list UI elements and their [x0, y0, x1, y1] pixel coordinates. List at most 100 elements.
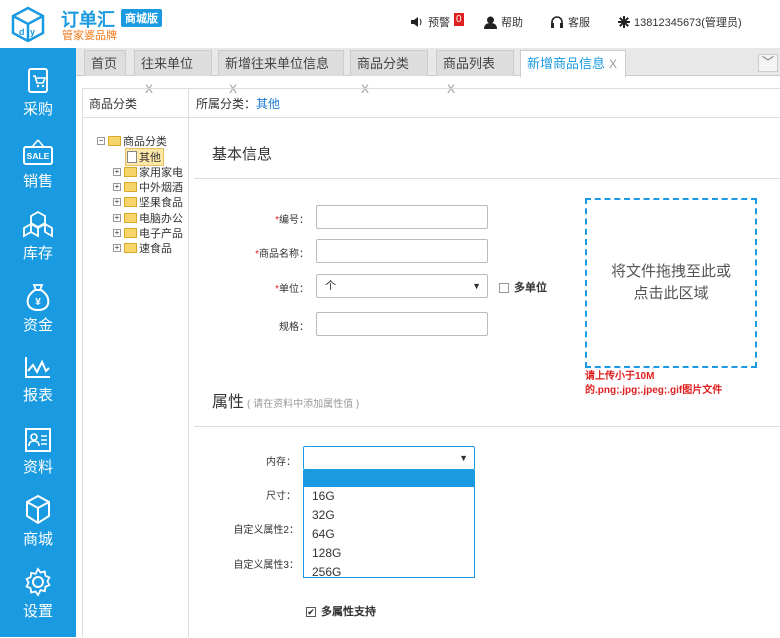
edition-badge: 商城版 [121, 9, 162, 27]
expand-icon[interactable]: + [113, 198, 121, 206]
sidebar-item-reports[interactable]: 报表 [0, 354, 76, 426]
tree-node[interactable]: + 家用家电 [113, 164, 183, 180]
multi-attr-toggle[interactable]: ✔ 多属性支持 [306, 603, 376, 619]
tree-node-label: 商品分类 [123, 136, 167, 148]
multi-attr-checkbox[interactable]: ✔ [306, 607, 316, 618]
help-button[interactable]: 帮助 [484, 14, 523, 30]
headset-icon [551, 15, 563, 28]
help-label: 帮助 [501, 17, 523, 29]
sidebar-item-label: 资料 [22, 459, 53, 476]
attributes-title: 属性( 请在资料中添加属性值 ) [212, 394, 360, 411]
upload-hint-line: 的.png;.jpg;.jpeg;.gif图片文件 [585, 385, 723, 396]
product-name-input[interactable] [316, 239, 488, 263]
divider [194, 426, 780, 427]
folder-icon [124, 228, 137, 238]
folder-icon [124, 197, 137, 207]
memory-select[interactable]: ▼ [303, 446, 475, 470]
multi-attr-label: 多属性支持 [321, 606, 376, 618]
file-icon [127, 151, 137, 163]
custom-attr-2-label: 自定义属性2： [233, 525, 299, 536]
tab-label: 往来单位 [141, 56, 194, 71]
multi-unit-label: 多单位 [514, 282, 547, 294]
sidebar-item-inventory[interactable]: 库存 [0, 210, 76, 282]
category-label: 所属分类： [196, 97, 257, 111]
expand-icon[interactable]: + [113, 183, 121, 191]
expand-icon[interactable]: + [113, 244, 121, 252]
unit-select[interactable]: 个 ▼ [316, 274, 488, 298]
tab-product-category[interactable]: 商品分类X [350, 50, 428, 96]
tree-node[interactable]: + 电脑办公 [113, 210, 183, 226]
expand-icon[interactable]: + [113, 229, 121, 237]
sidebar-item-mall[interactable]: 商城 [0, 494, 76, 566]
tab-home[interactable]: 首页 [84, 50, 126, 76]
tree-node[interactable]: + 中外烟酒 [113, 179, 183, 195]
folder-open-icon [108, 136, 121, 146]
gear-icon [25, 567, 51, 597]
tree-node[interactable]: + 速食品 [113, 240, 172, 256]
folder-icon [124, 182, 137, 192]
svg-text:y: y [30, 27, 35, 37]
sidebar-item-settings[interactable]: 设置 [0, 566, 76, 638]
image-upload-dropzone[interactable]: 将文件拖拽至此或点击此区域 [585, 198, 757, 368]
folder-icon [124, 167, 137, 177]
sidebar-item-sales[interactable]: SALE 销售 [0, 138, 76, 210]
sidebar-item-label: 采购 [22, 101, 53, 118]
category-value[interactable]: 其他 [256, 97, 280, 111]
dropdown-option[interactable]: 256G [304, 563, 474, 582]
alert-button[interactable]: 预警 0 [410, 12, 464, 30]
tab-product-list[interactable]: 商品列表X [436, 50, 514, 96]
category-panel: 商品分类 − 商品分类 其他 + 家用家电 + 中外烟酒 + 坚果食品 + 电脑办公 +… [82, 88, 189, 637]
tree-node[interactable]: + 电子产品 [113, 225, 183, 241]
basic-info-title: 基本信息 [212, 146, 273, 163]
alert-count-badge: 0 [454, 12, 464, 26]
tab-more-button[interactable]: ﹀ [758, 54, 778, 72]
dropdown-option[interactable]: 32G [304, 506, 474, 525]
logo-icon: d y [10, 6, 46, 43]
boxes-icon [23, 210, 53, 238]
collapse-icon[interactable]: − [97, 137, 105, 145]
svg-text:d: d [19, 27, 25, 37]
tree-node[interactable]: + 坚果食品 [113, 194, 183, 210]
user-menu[interactable]: 13812345673(管理员) [618, 14, 742, 30]
tab-label: 新增商品信息 [527, 56, 606, 71]
tab-add-partner[interactable]: 新增往来单位信息X [218, 50, 344, 96]
tab-partners[interactable]: 往来单位X [134, 50, 212, 96]
sidebar-item-funds[interactable]: ¥ 资金 [0, 282, 76, 354]
service-label: 客服 [568, 17, 590, 29]
alert-label: 预警 [428, 17, 450, 29]
chevron-down-icon: ▼ [472, 281, 481, 291]
expand-icon[interactable]: + [113, 168, 121, 176]
tab-close-icon[interactable]: X [609, 57, 617, 71]
custom-attr-3-label: 自定义属性3： [233, 560, 299, 571]
tree-node-root[interactable]: − 商品分类 [97, 133, 167, 149]
unit-value: 个 [325, 280, 336, 292]
divider [194, 178, 780, 179]
app-header: d y 订单汇 商城版 管家婆品牌 预警 0 帮助 客服 13812345673… [0, 0, 780, 48]
tab-label: 商品列表 [443, 56, 496, 71]
expand-icon[interactable]: + [113, 214, 121, 222]
upload-text: 将文件拖拽至此或点击此区域 [610, 263, 731, 302]
sidebar-item-purchase[interactable]: 采购 [0, 66, 76, 138]
product-form-panel: 所属分类：其他 基本信息 *编号： *商品名称： *单位： 个 ▼ 多单位 规格… [189, 88, 780, 637]
cart-icon [28, 68, 48, 93]
upload-hint: 请上传小于10M 的.png;.jpg;.jpeg;.gif图片文件 [585, 370, 722, 398]
chart-icon [25, 357, 50, 378]
dropdown-option[interactable]: 64G [304, 525, 474, 544]
multi-unit-toggle[interactable]: 多单位 [499, 279, 547, 295]
multi-unit-checkbox[interactable] [499, 283, 509, 294]
asterisk-icon [618, 16, 630, 28]
code-input[interactable] [316, 205, 488, 229]
dropdown-option[interactable]: 128G [304, 544, 474, 563]
dropdown-option[interactable] [304, 471, 474, 487]
tab-add-product[interactable]: 新增商品信息 X [520, 50, 626, 77]
tree-node-label: 中外烟酒 [139, 182, 183, 194]
sidebar-item-label: 库存 [22, 245, 53, 262]
spec-input[interactable] [316, 312, 488, 336]
tree-node-label: 其他 [139, 152, 161, 164]
dropdown-option[interactable]: 16G [304, 487, 474, 506]
sidebar-item-data[interactable]: 资料 [0, 426, 76, 498]
tree-node-label: 电子产品 [139, 228, 183, 240]
tree-node-label: 速食品 [139, 243, 172, 255]
service-button[interactable]: 客服 [550, 14, 590, 30]
sidebar-item-label: 销售 [22, 173, 53, 190]
